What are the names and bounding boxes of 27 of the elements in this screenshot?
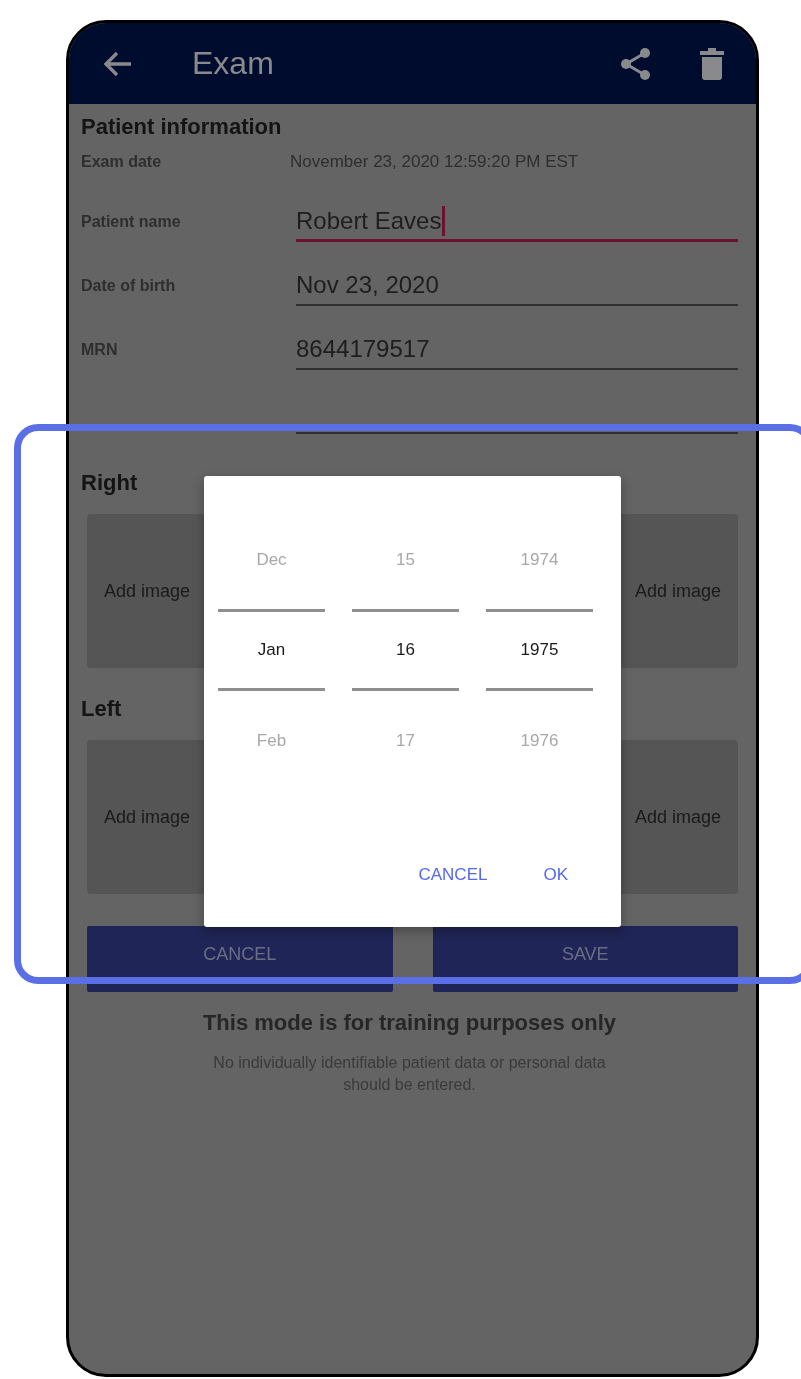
screen-title: Exam — [192, 45, 275, 82]
text-field[interactable]: Nov 23, 2020 — [296, 266, 738, 306]
picker-item[interactable]: Feb — [218, 691, 325, 790]
picker-item[interactable]: 15 — [352, 510, 459, 609]
text-cursor — [442, 205, 446, 236]
dialog-button[interactable]: OK — [539, 861, 572, 889]
picker-item[interactable]: 17 — [352, 691, 459, 790]
section-title: Right — [81, 470, 139, 496]
picker-item[interactable]: Dec — [218, 510, 325, 609]
section-title: Patient information — [81, 114, 283, 140]
dialog-button[interactable]: CANCEL — [414, 861, 492, 889]
share-icon — [620, 46, 652, 81]
add-image-tile[interactable]: Add image — [87, 740, 207, 894]
picker-item[interactable]: 1974 — [486, 510, 593, 609]
picker-item[interactable]: 16 — [352, 609, 459, 691]
text-field[interactable]: 8644179517 — [296, 330, 738, 370]
add-image-tile[interactable]: Add image — [618, 514, 738, 668]
notice-title: This mode is for training purposes only — [201, 1010, 618, 1036]
section-title: Left — [81, 696, 123, 722]
text-field[interactable]: Robert Eaves — [296, 202, 738, 242]
picker-item[interactable]: 1975 — [486, 609, 593, 691]
trash-icon — [700, 47, 724, 80]
add-image-tile[interactable]: Add image — [618, 740, 738, 894]
picker-item[interactable]: 1976 — [486, 691, 593, 790]
picker-item[interactable]: Jan — [218, 609, 325, 691]
add-image-tile[interactable]: Add image — [87, 514, 207, 668]
back-arrow-icon — [103, 49, 133, 78]
